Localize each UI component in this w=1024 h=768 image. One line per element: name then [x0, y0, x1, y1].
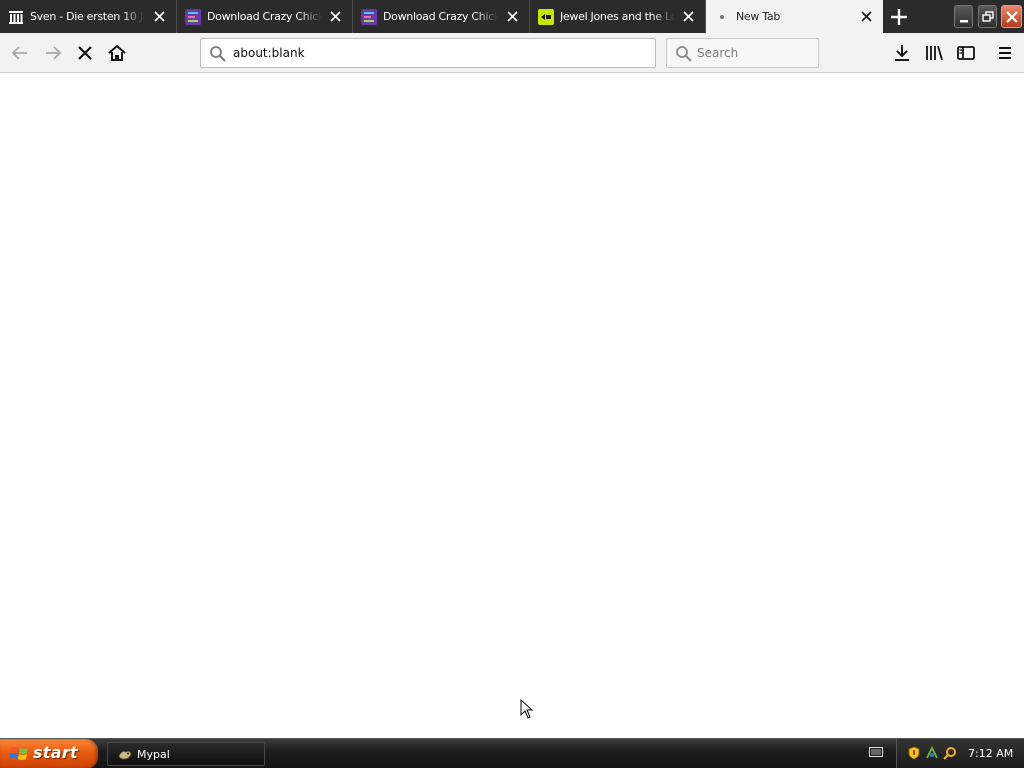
- mypal-app-icon: [118, 750, 132, 760]
- start-button[interactable]: start: [0, 739, 98, 768]
- bigfish-icon: [538, 9, 554, 25]
- minimize-button[interactable]: [954, 5, 973, 28]
- forward-arrow-icon[interactable]: [42, 42, 64, 64]
- tab-jewel-jones[interactable]: Jewel Jones and the Lost: [530, 0, 706, 33]
- museum-columns-icon: [9, 11, 23, 24]
- system-tray: 7:12 AM: [896, 739, 1024, 768]
- search-bar[interactable]: Search: [666, 38, 819, 68]
- url-text[interactable]: about:blank: [233, 46, 305, 60]
- clock[interactable]: 7:12 AM: [968, 747, 1013, 760]
- download-icon[interactable]: [891, 42, 913, 64]
- tab-new-tab[interactable]: New Tab: [706, 0, 883, 33]
- library-icon[interactable]: [923, 42, 945, 64]
- close-tab-icon[interactable]: [154, 11, 165, 22]
- windows-logo-icon: [10, 747, 28, 760]
- keyboard-language-icon[interactable]: [869, 746, 883, 758]
- desktop: Sven - Die ersten 10 Jahre Download Craz…: [0, 0, 1024, 768]
- url-bar[interactable]: about:blank: [200, 38, 656, 68]
- window-close-button[interactable]: [1001, 5, 1022, 28]
- tab-title: New Tab: [736, 10, 781, 23]
- network-icon[interactable]: [925, 746, 939, 760]
- close-tab-icon[interactable]: [330, 11, 341, 22]
- search-icon: [210, 46, 226, 62]
- gamehouse-icon: [361, 9, 377, 25]
- home-icon[interactable]: [106, 42, 128, 64]
- tab-title: Download Crazy Chicken: [383, 10, 498, 23]
- tab-title: Sven - Die ersten 10 Jahre: [30, 10, 145, 23]
- tab-title: Jewel Jones and the Lost: [560, 10, 675, 23]
- tab-title: Download Crazy Chicken: [207, 10, 322, 23]
- stop-loading-icon[interactable]: [74, 42, 96, 64]
- tab-crazy-chicken-2[interactable]: Download Crazy Chicken: [353, 0, 530, 33]
- search-tray-icon[interactable]: [943, 746, 957, 760]
- restore-button[interactable]: [978, 5, 997, 28]
- page-content[interactable]: [0, 74, 1024, 738]
- new-tab-plus-icon[interactable]: [888, 6, 910, 28]
- search-placeholder: Search: [697, 46, 739, 60]
- taskbar-item-mypal[interactable]: Mypal: [107, 742, 265, 766]
- tab-crazy-chicken-1[interactable]: Download Crazy Chicken: [177, 0, 353, 33]
- close-icon: [1006, 11, 1018, 23]
- restore-icon: [982, 11, 994, 22]
- close-tab-icon[interactable]: [683, 11, 694, 22]
- mouse-cursor-icon: [520, 699, 534, 719]
- close-tab-icon[interactable]: [507, 11, 518, 22]
- menu-hamburger-icon[interactable]: [994, 42, 1016, 64]
- sidebar-icon[interactable]: [955, 42, 977, 64]
- tab-strip: Sven - Die ersten 10 Jahre Download Craz…: [0, 0, 1024, 33]
- gamehouse-icon: [185, 9, 201, 25]
- security-shield-icon[interactable]: [907, 746, 921, 760]
- loading-dot-icon: [720, 15, 724, 19]
- navigation-toolbar: about:blank Search: [0, 33, 1024, 73]
- back-arrow-icon[interactable]: [9, 42, 31, 64]
- start-label: start: [33, 743, 79, 762]
- minimize-icon: [960, 20, 968, 23]
- search-icon: [676, 46, 692, 62]
- taskbar-item-label: Mypal: [137, 748, 170, 761]
- close-tab-icon[interactable]: [861, 11, 872, 22]
- tab-sven[interactable]: Sven - Die ersten 10 Jahre: [0, 0, 177, 33]
